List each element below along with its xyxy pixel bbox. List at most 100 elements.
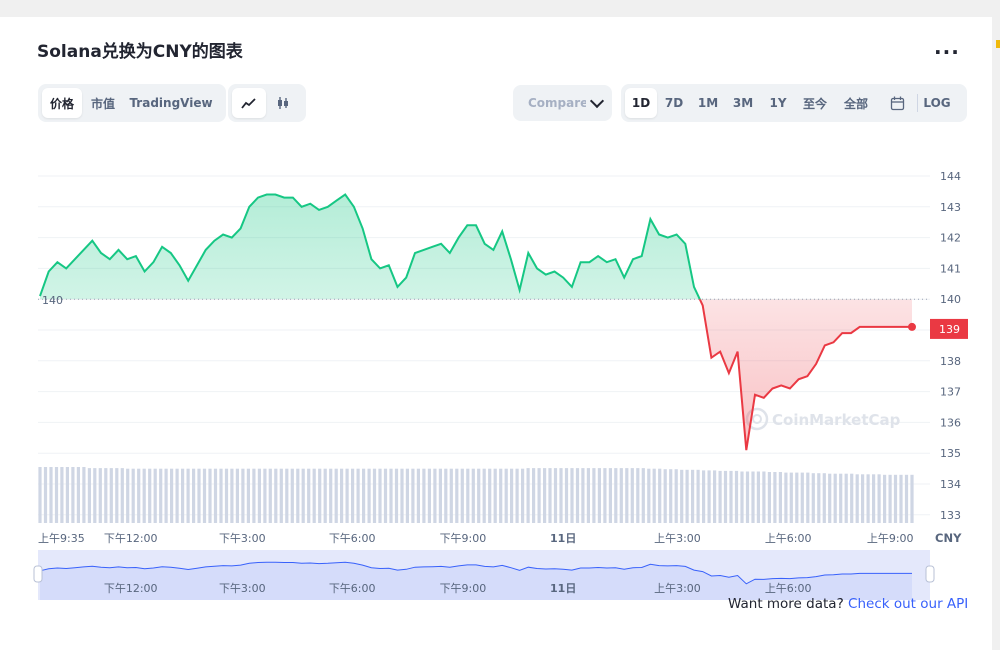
volume-bar	[828, 473, 832, 523]
x-axis: 上午9:35 下午12:00 下午3:00 下午6:00 下午9:00 11日 上午3:00…	[38, 532, 914, 545]
volume-bar	[740, 471, 744, 523]
volume-bar	[850, 473, 854, 523]
price-chart[interactable]: CoinMarketCap 144 143 142 141 140 139 138 137 13…	[0, 130, 992, 650]
volume-bar	[87, 468, 91, 523]
y-axis: 144 143 142 141 140 139 138 137 136 135 134 133	[940, 170, 961, 522]
volume-bar	[806, 472, 810, 523]
volume-bar	[367, 468, 371, 523]
volume-bar	[340, 468, 344, 523]
volume-bar	[422, 468, 426, 523]
volume-bar	[652, 468, 656, 523]
range-ytd[interactable]: 至今	[795, 88, 835, 118]
volume-bar	[800, 472, 804, 523]
volume-bar	[307, 468, 311, 523]
current-price-dot	[908, 322, 916, 331]
volume-bar	[877, 474, 881, 523]
watermark-text: CoinMarketCap	[772, 411, 901, 429]
volume-bar	[433, 468, 437, 523]
navigator-tick-label: 上午6:00	[765, 582, 812, 595]
range-navigator[interactable]: 下午12:00 下午3:00 下午6:00 下午9:00 11日 上午3:00 上午6:00	[33, 550, 935, 600]
x-tick-label: 下午9:00	[440, 532, 487, 545]
volume-bar	[477, 468, 481, 523]
volume-bar	[844, 473, 848, 523]
volume-bar	[789, 472, 793, 523]
range-tabs: 1D 7D 1M 3M 1Y 至今 全部 LOG	[621, 84, 967, 122]
volume-bar	[285, 468, 289, 523]
line-chart-button[interactable]	[232, 88, 266, 118]
volume-bar	[82, 467, 86, 523]
range-1d[interactable]: 1D	[625, 88, 657, 118]
volume-bar	[526, 468, 530, 523]
volume-bar	[603, 468, 607, 523]
y-tick-label: 133	[940, 509, 961, 522]
volume-bar	[608, 468, 612, 523]
volume-bar	[345, 468, 349, 523]
navigator-handle[interactable]	[33, 565, 43, 583]
api-link[interactable]: Check out our API	[848, 596, 968, 612]
tab-market-cap[interactable]: 市值	[82, 88, 124, 118]
volume-bar	[192, 468, 196, 523]
candlestick-button[interactable]	[266, 88, 300, 118]
volume-bar	[252, 468, 256, 523]
compare-placeholder: Compare with	[528, 96, 586, 110]
tab-tradingview[interactable]: TradingView	[124, 88, 218, 118]
tab-price[interactable]: 价格	[42, 88, 82, 118]
compare-dropdown[interactable]: Compare with	[513, 85, 612, 121]
volume-bar	[586, 468, 590, 523]
y-tick-label: 134	[940, 478, 961, 491]
volume-bar	[104, 468, 108, 523]
volume-bar	[713, 470, 717, 523]
volume-bar	[674, 469, 678, 523]
navigator-handle[interactable]	[925, 565, 935, 583]
volume-bar	[493, 468, 497, 523]
date-range-button[interactable]	[877, 88, 917, 118]
range-7d[interactable]: 7D	[657, 88, 691, 118]
volume-bar	[532, 468, 536, 523]
navigator-tick-label: 下午9:00	[440, 582, 487, 595]
volume-bar	[449, 468, 453, 523]
range-1m[interactable]: 1M	[691, 88, 725, 118]
volume-bar	[98, 468, 102, 523]
volume-bar	[241, 468, 245, 523]
volume-bar	[394, 468, 399, 523]
volume-bar	[318, 468, 322, 523]
volume-bar	[186, 468, 190, 523]
volume-bar	[312, 468, 316, 523]
volume-bar	[411, 468, 415, 523]
volume-bar	[510, 468, 514, 523]
range-3m[interactable]: 3M	[725, 88, 761, 118]
volume-bar	[861, 474, 865, 523]
log-scale-button[interactable]: LOG	[918, 88, 956, 118]
volume-bar	[537, 468, 541, 523]
volume-bar	[575, 468, 580, 523]
range-all[interactable]: 全部	[835, 88, 877, 118]
range-1y[interactable]: 1Y	[761, 88, 795, 118]
volume-bar	[488, 468, 492, 523]
volume-bar	[219, 468, 223, 523]
navigator-tick-label: 下午12:00	[104, 582, 158, 595]
volume-bar	[235, 468, 239, 523]
volume-bar	[614, 468, 618, 523]
volume-bar	[723, 470, 728, 523]
volume-bar	[625, 468, 629, 523]
volume-bar	[543, 468, 547, 523]
volume-bar	[778, 472, 782, 523]
volume-bar	[290, 468, 294, 523]
volume-bar	[416, 468, 420, 523]
chevron-down-icon	[589, 93, 605, 109]
x-tick-label: 上午3:00	[654, 532, 701, 545]
x-tick-label: 11日	[550, 532, 576, 545]
volume-bar	[378, 468, 382, 523]
volume-bar	[822, 473, 826, 523]
volume-bar	[597, 468, 601, 523]
volume-bar	[866, 474, 870, 523]
volume-bar	[372, 468, 377, 523]
volume-bar	[548, 468, 552, 523]
watermark: CoinMarketCap	[745, 407, 901, 431]
volume-bar	[729, 470, 733, 523]
volume-bar	[175, 468, 179, 523]
volume-bar	[71, 467, 75, 523]
chart-card: Solana兑换为CNY的图表 ... 价格 市值 TradingView Co…	[0, 17, 992, 650]
volume-bar	[811, 473, 815, 523]
more-options-icon[interactable]: ...	[934, 35, 960, 59]
